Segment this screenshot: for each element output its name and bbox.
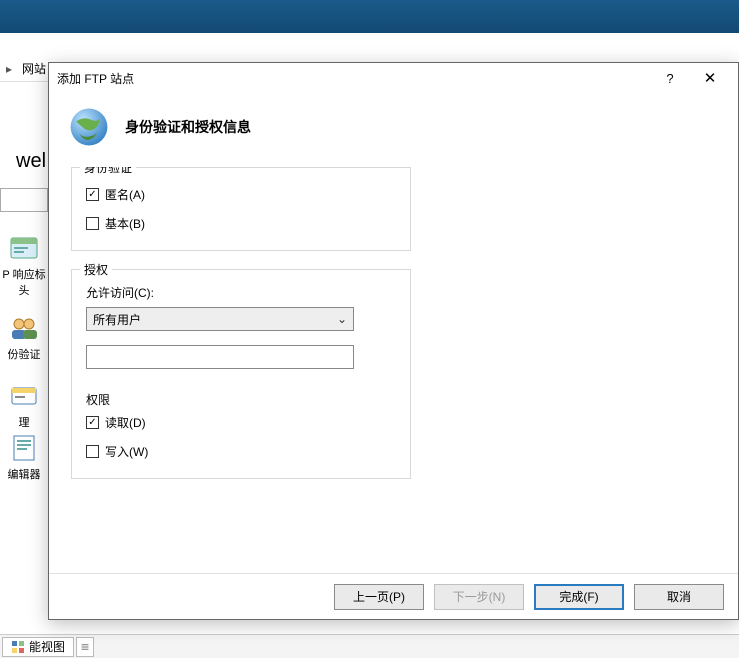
authorization-group: 授权 允许访问(C): 所有用户 ⌄ 权限 ✓ 读取(D) 写入(W) [71, 269, 411, 479]
dialog-footer: 上一页(P) 下一步(N) 完成(F) 取消 [49, 573, 738, 619]
chevron-down-icon: ⌄ [337, 312, 347, 326]
read-checkbox-row[interactable]: ✓ 读取(D) [86, 414, 396, 431]
permissions-legend: 权限 [86, 391, 396, 408]
auth-icon [8, 312, 40, 344]
checkbox-label: 写入(W) [105, 443, 148, 460]
group-legend: 身份验证 [80, 167, 136, 176]
basic-checkbox-row[interactable]: 基本(B) [86, 215, 396, 232]
combo-value: 所有用户 [93, 311, 141, 328]
checkbox-icon[interactable] [86, 217, 99, 230]
allow-access-label: 允许访问(C): [86, 284, 396, 301]
checkbox-label: 基本(B) [105, 215, 145, 232]
close-button[interactable]: ✕ [690, 69, 730, 87]
list-icon [81, 640, 89, 654]
authorization-text-input[interactable] [86, 345, 354, 369]
next-button: 下一步(N) [434, 584, 524, 610]
anonymous-checkbox-row[interactable]: ✓ 匿名(A) [86, 186, 396, 203]
dialog-title: 添加 FTP 站点 [57, 70, 134, 87]
grid-icon [11, 640, 25, 654]
feature-item-mgr[interactable]: 理 [0, 380, 48, 430]
previous-button[interactable]: 上一页(P) [334, 584, 424, 610]
filter-input[interactable] [0, 188, 48, 212]
checkbox-icon[interactable]: ✓ [86, 416, 99, 429]
dialog-titlebar[interactable]: 添加 FTP 站点 ? ✕ [49, 63, 738, 93]
group-legend: 授权 [80, 261, 112, 278]
tab-content-view[interactable] [76, 637, 94, 657]
checkbox-label: 读取(D) [105, 414, 146, 431]
feature-item-auth[interactable]: 份验证 [0, 312, 48, 362]
app-titlebar [0, 0, 739, 33]
write-checkbox-row[interactable]: 写入(W) [86, 443, 396, 460]
dialog-header: 身份验证和授权信息 [49, 93, 738, 167]
feature-label: 份验证 [0, 346, 48, 362]
feature-label: 编辑器 [0, 466, 48, 482]
feature-item-editor[interactable]: 编辑器 [0, 432, 48, 482]
checkbox-label: 匿名(A) [105, 186, 145, 203]
dialog-step-title: 身份验证和授权信息 [125, 117, 251, 137]
cancel-button[interactable]: 取消 [634, 584, 724, 610]
feature-item-response-headers[interactable]: P 响应标头 [0, 232, 48, 298]
editor-icon [8, 432, 40, 464]
checkbox-icon[interactable] [86, 445, 99, 458]
mgr-icon [8, 380, 40, 412]
response-headers-icon [8, 232, 40, 264]
add-ftp-site-dialog: 添加 FTP 站点 ? ✕ 身份验证和授权信息 身份验证 ✓ 匿名(A) 基本(… [48, 62, 739, 620]
help-button[interactable]: ? [650, 71, 690, 86]
chevron-right-icon[interactable]: ▸ [0, 62, 18, 76]
tab-label: 能视图 [29, 638, 65, 655]
breadcrumb[interactable]: 网站 [18, 60, 50, 77]
dialog-body: 身份验证 ✓ 匿名(A) 基本(B) 授权 允许访问(C): 所有用户 ⌄ 权限… [49, 167, 738, 573]
authentication-group: 身份验证 ✓ 匿名(A) 基本(B) [71, 167, 411, 251]
globe-icon [67, 105, 111, 149]
tab-features-view[interactable]: 能视图 [2, 637, 74, 657]
finish-button[interactable]: 完成(F) [534, 584, 624, 610]
allow-access-combo[interactable]: 所有用户 ⌄ [86, 307, 354, 331]
page-title: wel [16, 150, 46, 173]
permissions-block: 权限 ✓ 读取(D) 写入(W) [86, 391, 396, 460]
checkbox-icon[interactable]: ✓ [86, 188, 99, 201]
footer-tabs: 能视图 [0, 634, 739, 658]
feature-label: P 响应标头 [0, 266, 48, 298]
feature-label: 理 [0, 414, 48, 430]
